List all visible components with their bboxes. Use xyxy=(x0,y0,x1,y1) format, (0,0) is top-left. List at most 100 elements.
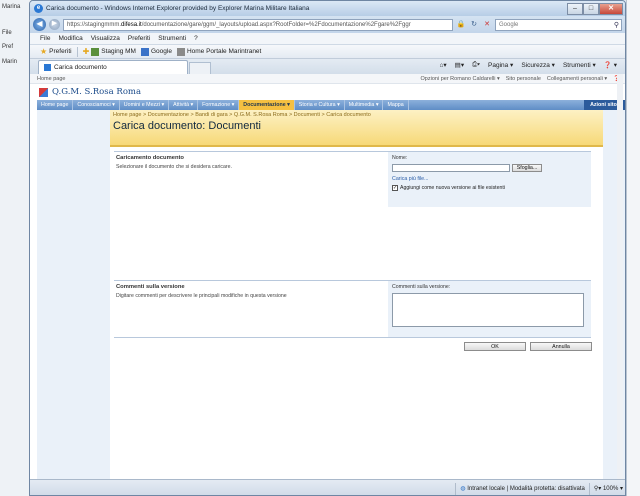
lock-icon[interactable]: 🔒 xyxy=(456,20,466,30)
add-version-label: Aggiungi come nuova versione ai file esi… xyxy=(400,185,505,191)
google-icon xyxy=(140,47,149,56)
add-version-checkbox[interactable]: ✓ xyxy=(392,185,398,191)
nav-multimedia[interactable]: Multimedia ▾ xyxy=(345,100,384,110)
favorites-button[interactable]: ★ Preferiti xyxy=(40,47,72,56)
breadcrumb[interactable]: Home page > Documentazione > Bandi di ga… xyxy=(113,112,600,118)
nav-mappa[interactable]: Mappa xyxy=(383,100,409,110)
comments-title: Commenti sulla versione xyxy=(116,284,185,290)
form-buttons: OK Annulla xyxy=(464,342,592,351)
menu-help[interactable]: ? xyxy=(194,35,198,42)
sharepoint-top-bar: Home page Opzioni per Romano Caldarelli … xyxy=(30,74,625,84)
menu-file[interactable]: File xyxy=(40,35,50,42)
ok-button[interactable]: OK xyxy=(464,342,526,351)
window-title: Carica documento - Windows Internet Expl… xyxy=(46,5,310,12)
menu-bar: File Modifica Visualizza Preferiti Strum… xyxy=(30,33,625,44)
minimize-button[interactable]: – xyxy=(567,2,583,15)
forward-button[interactable]: ▶ xyxy=(49,19,60,30)
close-button[interactable]: ✕ xyxy=(599,2,623,15)
menu-strumenti[interactable]: Strumenti xyxy=(158,35,186,42)
personal-site-link[interactable]: Sito personale xyxy=(506,76,541,82)
star-icon: ★ xyxy=(40,47,48,56)
new-tab-button[interactable] xyxy=(189,62,211,74)
upload-fields: Nome: Sfoglia... Carica più file... ✓ Ag… xyxy=(388,152,591,207)
file-path-input[interactable] xyxy=(392,164,510,172)
site-logo-icon xyxy=(39,87,48,97)
ie-icon: e xyxy=(34,4,43,13)
cancel-button[interactable]: Annulla xyxy=(530,342,592,351)
status-bar: ◍ Intranet locale | Modalità protetta: d… xyxy=(30,479,625,495)
nav-attivita[interactable]: Attività ▾ xyxy=(169,100,199,110)
menu-preferiti[interactable]: Preferiti xyxy=(128,35,150,42)
fav-label: Google xyxy=(150,48,172,55)
url-field[interactable]: https://stagingmmm. difesa.it/documentazi… xyxy=(63,18,453,31)
nav-conosciamoci[interactable]: Conosciamoci ▾ xyxy=(73,100,120,110)
upload-desc: Selezionare il documento che si desidera… xyxy=(116,164,232,170)
refresh-icon[interactable]: ↻ xyxy=(469,20,479,30)
comments-textarea[interactable] xyxy=(392,293,584,327)
url-prefix: https://stagingmmm. xyxy=(67,21,122,28)
home-link[interactable]: Home page xyxy=(37,76,65,82)
page-icon xyxy=(44,64,51,71)
menu-visualizza[interactable]: Visualizza xyxy=(91,35,120,42)
nav-uomini-mezzi[interactable]: Uomini e Mezzi ▾ xyxy=(120,100,170,110)
cmd-sicurezza[interactable]: Sicurezza ▾ xyxy=(521,61,555,69)
cmd-strumenti[interactable]: Strumenti ▾ xyxy=(563,61,596,69)
menu-modifica[interactable]: Modifica xyxy=(58,35,82,42)
comments-label: Commenti sulla versione: xyxy=(392,284,451,290)
zoom-control[interactable]: ⚲▾ 100% ▾ xyxy=(588,482,625,495)
top-navigation: Home page Conosciamoci ▾ Uomini e Mezzi … xyxy=(37,100,625,110)
bg-text: File xyxy=(2,30,12,36)
page-icon xyxy=(91,47,100,56)
upload-section: Caricamento documento Selezionare il doc… xyxy=(114,151,591,207)
print-icon[interactable]: ⎙▾ xyxy=(472,61,480,69)
browser-window: e Carica documento - Windows Internet Ex… xyxy=(29,0,626,496)
nav-documentazione[interactable]: Documentazione ▾ xyxy=(239,100,295,110)
upload-multiple-link[interactable]: Carica più file... xyxy=(392,176,587,182)
fav-staging[interactable]: ✚ Staging MM xyxy=(83,47,136,56)
cmd-help[interactable]: ❓ ▾ xyxy=(604,61,617,69)
comments-fields: Commenti sulla versione: xyxy=(388,281,591,337)
nav-home[interactable]: Home page xyxy=(37,100,74,110)
back-button[interactable]: ◀ xyxy=(33,18,46,31)
command-bar: ⌂▾ ▤▾ ⎙▾ Pagina ▾ Sicurezza ▾ Strumenti … xyxy=(439,61,625,72)
title-bar: e Carica documento - Windows Internet Ex… xyxy=(30,1,625,16)
bg-text: Marina xyxy=(2,4,21,10)
home-icon[interactable]: ⌂▾ xyxy=(439,61,446,69)
favorites-label: Preferiti xyxy=(49,48,72,55)
user-menu[interactable]: Opzioni per Romano Caldarelli ▾ xyxy=(421,76,500,82)
name-label: Nome: xyxy=(392,155,408,161)
comments-description: Commenti sulla versione Digitare comment… xyxy=(114,281,388,302)
search-placeholder: Google xyxy=(499,21,519,28)
site-name[interactable]: Q.G.M. S.Rosa Roma xyxy=(52,87,141,97)
fav-google[interactable]: Google xyxy=(140,47,172,56)
title-area: Home page > Documentazione > Bandi di ga… xyxy=(110,110,603,147)
add-favorite-icon: ✚ xyxy=(82,47,90,56)
fav-marintranet[interactable]: Home Portale Marintranet xyxy=(176,47,261,56)
vertical-scrollbar[interactable] xyxy=(617,74,623,479)
upload-title: Caricamento documento xyxy=(116,155,184,161)
zone-text: Intranet locale | Modalità protetta: dis… xyxy=(467,485,585,492)
stop-icon[interactable]: ✕ xyxy=(482,20,492,30)
personal-links-menu[interactable]: Collegamenti personali ▾ xyxy=(547,76,607,82)
zoom-icon: ⚲▾ xyxy=(593,485,603,492)
browse-button[interactable]: Sfoglia... xyxy=(512,164,542,172)
tab-carica-documento[interactable]: Carica documento xyxy=(38,60,188,74)
bg-text: Pref xyxy=(2,44,14,50)
maximize-button[interactable]: □ xyxy=(583,2,599,15)
main-area: Home page > Documentazione > Bandi di ga… xyxy=(110,110,603,479)
search-icon[interactable]: ⚲ xyxy=(614,21,621,29)
bg-text: Marin xyxy=(2,59,18,65)
site-header: Q.G.M. S.Rosa Roma xyxy=(30,84,625,100)
nav-storia-cultura[interactable]: Storia e Cultura ▾ xyxy=(295,100,345,110)
comments-section: Commenti sulla versione Digitare comment… xyxy=(114,280,591,337)
cmd-pagina[interactable]: Pagina ▾ xyxy=(488,61,513,69)
left-panel xyxy=(37,110,110,479)
upload-description: Caricamento documento Selezionare il doc… xyxy=(114,152,388,173)
add-version-option: ✓ Aggiungi come nuova versione ai file e… xyxy=(392,185,587,191)
file-picker: Sfoglia... xyxy=(392,164,587,172)
search-input[interactable]: Google ⚲ xyxy=(495,18,622,31)
page-icon xyxy=(176,47,185,56)
nav-formazione[interactable]: Formazione ▾ xyxy=(198,100,240,110)
zone-indicator[interactable]: ◍ Intranet locale | Modalità protetta: d… xyxy=(455,482,589,495)
feeds-icon[interactable]: ▤▾ xyxy=(455,61,464,69)
